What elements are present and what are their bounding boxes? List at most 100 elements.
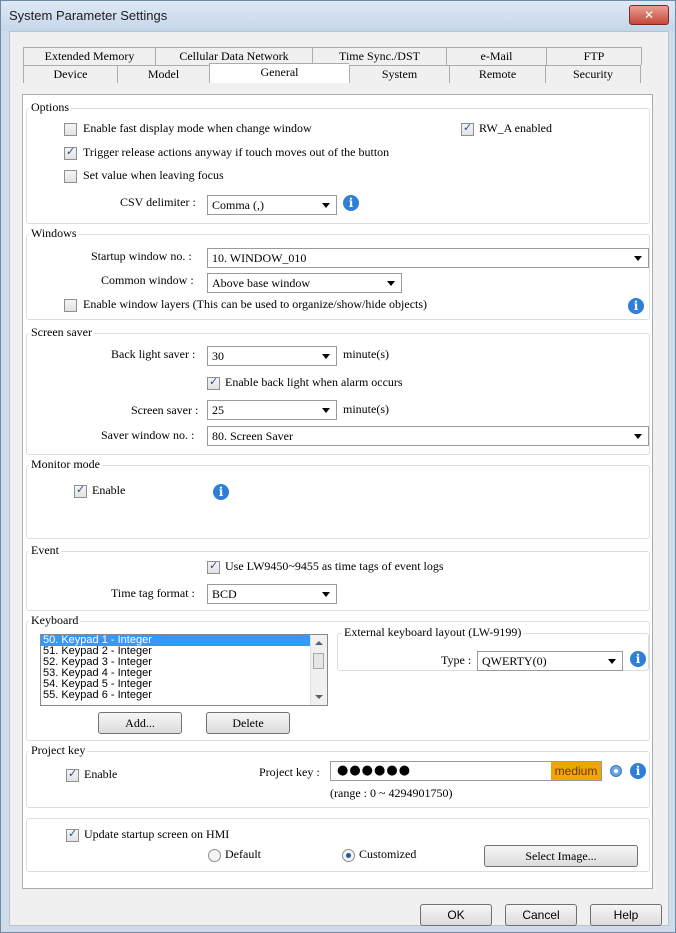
alarm-backlight-label: Enable back light when alarm occurs — [225, 375, 403, 389]
startup-window-value: 10. WINDOW_010 — [212, 251, 307, 265]
screen-saver-select[interactable]: 25 — [207, 400, 337, 420]
set-value-checkbox[interactable] — [64, 170, 77, 183]
back-light-unit: minute(s) — [343, 347, 389, 361]
chevron-down-icon — [387, 281, 395, 286]
tab-security[interactable]: Security — [545, 65, 641, 83]
csv-delimiter-value: Comma (,) — [212, 198, 264, 212]
close-icon: ✕ — [643, 8, 655, 22]
project-key-enable-checkbox[interactable] — [66, 767, 79, 782]
title-bar: System Parameter Settings ✕ — [1, 1, 675, 31]
rw-a-checkbox[interactable] — [461, 121, 474, 136]
customized-radio[interactable] — [342, 849, 355, 862]
back-light-saver-select[interactable]: 30 — [207, 346, 337, 366]
scroll-up-icon[interactable] — [315, 641, 323, 645]
chevron-down-icon — [322, 408, 330, 413]
event-time-tag-checkbox[interactable] — [207, 559, 220, 574]
select-image-button[interactable]: Select Image... — [484, 845, 638, 867]
time-tag-format-select[interactable]: BCD — [207, 584, 337, 604]
cancel-button[interactable]: Cancel — [505, 904, 577, 926]
scroll-thumb[interactable] — [313, 653, 324, 669]
keyboard-type-value: QWERTY(0) — [482, 654, 547, 668]
chevron-down-icon — [322, 592, 330, 597]
tab-model[interactable]: Model — [117, 65, 209, 83]
screen-saver-unit: minute(s) — [343, 402, 389, 416]
chevron-down-icon — [634, 256, 642, 261]
tab-system[interactable]: System — [349, 65, 449, 83]
project-key-input[interactable]: ●●●●●● medium — [330, 761, 602, 781]
add-keypad-button[interactable]: Add... — [98, 712, 182, 734]
keyboard-type-select[interactable]: QWERTY(0) — [477, 651, 623, 671]
event-label: Event — [29, 543, 61, 558]
options-label: Options — [29, 100, 72, 115]
project-key-range: (range : 0 ~ 4294901750) — [330, 786, 453, 800]
info-icon[interactable]: i — [630, 651, 646, 667]
common-window-select[interactable]: Above base window — [207, 273, 402, 293]
screen-saver-time-label: Screen saver : — [131, 403, 199, 417]
chevron-down-icon — [634, 434, 642, 439]
default-radio-label: Default — [225, 847, 261, 861]
csv-delimiter-label: CSV delimiter : — [120, 195, 196, 209]
trigger-release-checkbox[interactable] — [64, 145, 77, 160]
tab-ftp[interactable]: FTP — [546, 47, 642, 65]
time-tag-format-value: BCD — [212, 587, 237, 601]
close-button[interactable]: ✕ — [629, 5, 669, 25]
monitor-mode-label: Monitor mode — [29, 457, 102, 472]
window-title: System Parameter Settings — [9, 8, 168, 23]
delete-keypad-button[interactable]: Delete — [206, 712, 290, 734]
set-value-label: Set value when leaving focus — [83, 168, 224, 182]
list-scrollbar[interactable] — [310, 635, 327, 705]
windows-label: Windows — [29, 226, 79, 241]
project-key-label: Project key — [29, 743, 88, 758]
startup-window-select[interactable]: 10. WINDOW_010 — [207, 248, 649, 268]
keyboard-label: Keyboard — [29, 613, 81, 628]
csv-delimiter-select[interactable]: Comma (,) — [207, 195, 337, 215]
customized-radio-label: Customized — [359, 847, 417, 861]
project-key-field-label: Project key : — [259, 765, 320, 779]
startup-window-label: Startup window no. : — [91, 249, 192, 263]
keyboard-list[interactable]: 50. Keypad 1 - Integer 51. Keypad 2 - In… — [40, 634, 328, 706]
back-light-saver-label: Back light saver : — [111, 347, 196, 361]
alarm-backlight-checkbox[interactable] — [207, 375, 220, 390]
info-icon[interactable]: i — [213, 484, 229, 500]
tab-general[interactable]: General — [209, 63, 349, 83]
time-tag-format-label: Time tag format : — [111, 586, 195, 600]
saver-window-select[interactable]: 80. Screen Saver — [207, 426, 649, 446]
screen-saver-value: 25 — [212, 403, 224, 417]
default-radio[interactable] — [208, 849, 221, 862]
saver-window-label: Saver window no. : — [101, 428, 195, 442]
password-strength-badge: medium — [551, 762, 601, 780]
back-light-saver-value: 30 — [212, 349, 224, 363]
monitor-enable-label: Enable — [92, 483, 126, 497]
help-button[interactable]: Help — [590, 904, 662, 926]
tab-row-lower: Device Model General System Remote Secur… — [23, 63, 641, 83]
chevron-down-icon — [322, 203, 330, 208]
keyboard-type-label: Type : — [441, 653, 472, 667]
trigger-release-label: Trigger release actions anyway if touch … — [83, 145, 390, 159]
common-window-label: Common window : — [101, 273, 194, 287]
common-window-value: Above base window — [212, 276, 310, 290]
event-time-tag-label: Use LW9450~9455 as time tags of event lo… — [225, 559, 444, 573]
tab-device[interactable]: Device — [23, 65, 117, 83]
fast-display-checkbox[interactable] — [64, 123, 77, 136]
window-layers-label: Enable window layers (This can be used t… — [83, 297, 428, 311]
eye-icon[interactable] — [610, 765, 622, 777]
info-icon[interactable]: i — [343, 195, 359, 211]
project-key-mask: ●●●●●● — [337, 763, 412, 778]
tab-email[interactable]: e-Mail — [446, 47, 546, 65]
update-startup-checkbox[interactable] — [66, 827, 79, 842]
scroll-down-icon[interactable] — [315, 695, 323, 699]
tab-remote[interactable]: Remote — [449, 65, 545, 83]
project-key-enable-label: Enable — [84, 767, 118, 781]
list-item[interactable]: 55. Keypad 6 - Integer — [41, 690, 327, 701]
chevron-down-icon — [322, 354, 330, 359]
saver-window-value: 80. Screen Saver — [212, 429, 293, 443]
monitor-mode-group — [26, 465, 650, 539]
monitor-enable-checkbox[interactable] — [74, 483, 87, 498]
window-layers-checkbox[interactable] — [64, 299, 77, 312]
info-icon[interactable]: i — [630, 763, 646, 779]
chevron-down-icon — [608, 659, 616, 664]
tab-extended-memory[interactable]: Extended Memory — [23, 47, 155, 65]
info-icon[interactable]: i — [628, 298, 644, 314]
update-startup-label: Update startup screen on HMI — [84, 827, 230, 841]
ok-button[interactable]: OK — [420, 904, 492, 926]
